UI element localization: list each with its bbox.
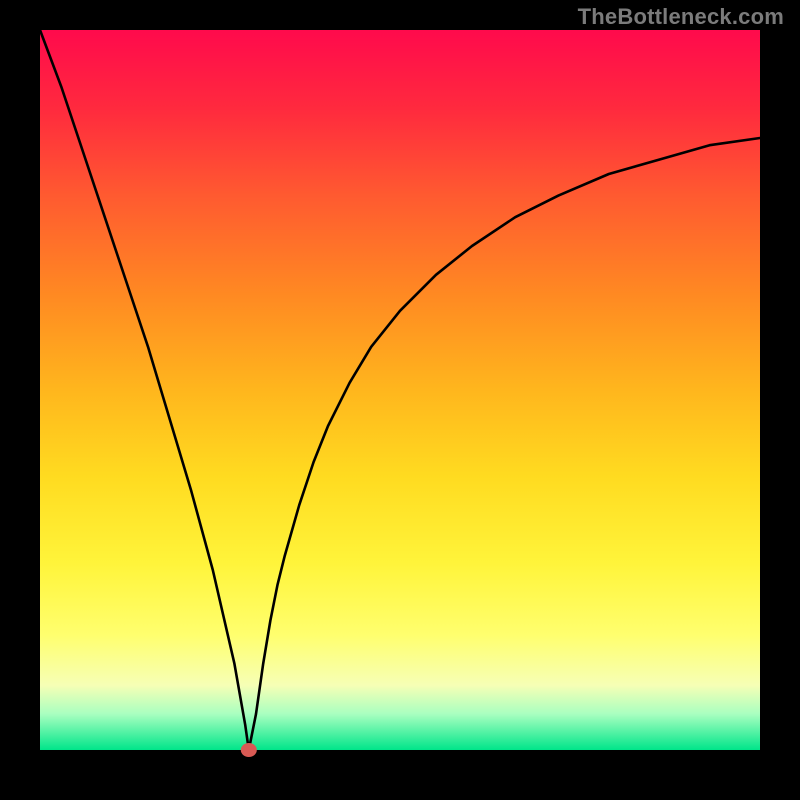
bottleneck-chart bbox=[0, 0, 800, 800]
optimum-marker bbox=[241, 743, 257, 757]
chart-container: TheBottleneck.com bbox=[0, 0, 800, 800]
plot-background bbox=[40, 30, 760, 750]
watermark-label: TheBottleneck.com bbox=[578, 4, 784, 30]
